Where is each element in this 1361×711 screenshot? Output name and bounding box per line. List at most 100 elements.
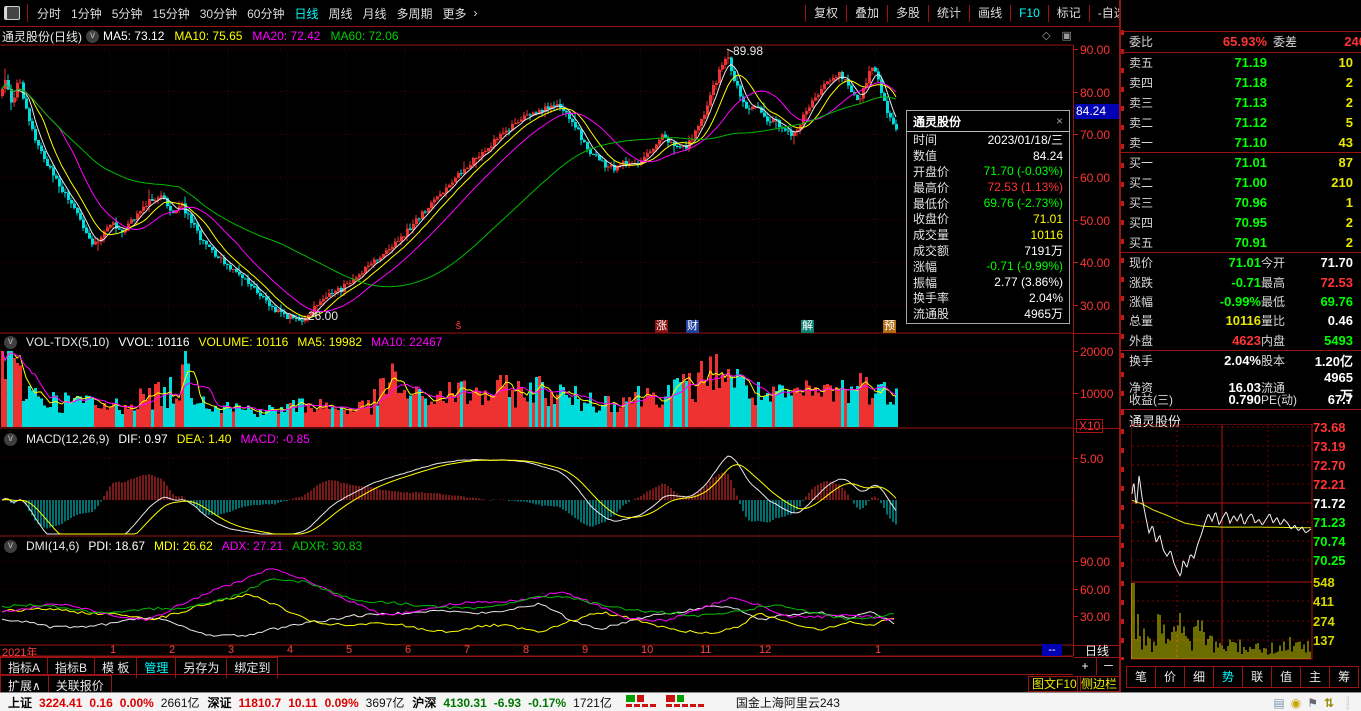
close-icon[interactable]: × [1056,114,1063,128]
indicator-value: ADXR: 30.83 [292,539,363,553]
index-quote[interactable]: 上证 3224.41 0.16 0.00% 2661亿 [8,694,200,711]
coin-icon[interactable]: ◉ [1291,696,1301,710]
tooltip-field-value: 2.77 (3.86%) [994,275,1063,290]
axis-month-label: 1 [875,644,882,656]
mini-panel-tab[interactable]: 笔 [1126,666,1157,688]
tooltip-field-label: 时间 [913,133,938,148]
extension-tab-bar: 扩展∧ 关联报价 [0,675,112,696]
updown-icon[interactable]: ⇅ [1324,696,1334,710]
order-book-row[interactable]: 买五 70.91 2 [1121,232,1358,252]
tooltip-field-label: 最低价 [913,196,950,211]
mini-price-label: 71.23 [1313,515,1346,530]
buy-queue[interactable]: 买一 71.01 87 买二 71.00 210 买三 70.96 1 买四 70.95 2 买五 70.… [1121,153,1358,252]
volume-pane-label: v VOL-TDX(5,10) VVOL: 10116 VOLUME: 10116 MA… [0,334,451,350]
axis-tick-label: 20000 [1080,345,1114,359]
indicator-value: VOLUME: 10116 [198,335,289,349]
axis-month-label: 8 [523,644,530,656]
weibi-label: 委比 [1129,35,1154,50]
axis-month-label: 11 [700,644,712,656]
order-book-row[interactable]: 买四 70.95 2 [1121,212,1358,232]
sell-queue[interactable]: 卖五 71.19 10 卖四 71.18 2 卖三 71.13 2 卖二 71.12 5 卖一 71.10… [1121,53,1358,152]
tooltip-field-label: 换手率 [913,291,950,306]
axis-tick-label: 60.00 [1080,583,1111,597]
indicator-value: MDI: 26.62 [154,539,213,553]
quote-stats-2: 换手 2.04% 股本 1.20亿 净资 16.03 流通 4965万 收益(三) 0.790 PE… [1121,351,1358,409]
axis-tick-label: 90.00 [1080,555,1111,569]
chevron-down-icon[interactable]: v [4,539,17,553]
report-icon[interactable]: ▤ [1273,696,1284,710]
mini-panel-tab[interactable]: 细 [1184,666,1215,688]
tooltip-field-value: 7191万 [1024,243,1063,258]
mini-panel-tab[interactable]: 主 [1300,666,1331,688]
mini-price-label: 72.70 [1313,458,1346,473]
axis-tick-label: 50.00 [1080,213,1111,228]
axis-end-tag[interactable]: -- [1042,644,1062,656]
f10-button[interactable]: 图文F10 [1028,676,1081,692]
order-book-row[interactable]: 卖四 71.18 2 [1121,73,1358,93]
axis-month-label: 7 [464,644,471,656]
indicator-value: DEA: 1.40 [176,432,232,446]
event-badge-icon[interactable]: 涨 [655,320,668,333]
server-name[interactable]: 国金上海阿里云243 [736,694,840,711]
indicator-value: VVOL: 10116 [118,335,190,349]
zoom-out-button[interactable]: － [1097,658,1120,675]
tooltip-field-label: 振幅 [913,275,938,290]
axis-month-label: 10 [641,644,654,656]
index-quote[interactable]: 深证 11810.7 10.11 0.09% 3697亿 [208,694,405,711]
network-icon[interactable]: ⚑ [1307,696,1318,710]
tooltip-field-value: 2023/01/18/三 [987,133,1063,148]
quote-stat-row: 收益(三) 0.790 PE(动) 67.7 [1129,391,1353,407]
kline-info-tooltip: 通灵股份 × 时间 2023/01/18/三 数值 84.24 开盘价 71.70 (-0… [906,110,1070,324]
market-blocks-icon[interactable] [625,694,726,711]
tooltip-field-value: 71.70 (-0.03%) [983,164,1063,179]
alert-icon[interactable]: ❕ [1340,696,1355,710]
index-quote[interactable]: 沪深 4130.31 -6.93 -0.17% 1721亿 [412,694,612,711]
time-axis: 2021年 1 2 3 4 5 6 7 8 9 10 11 12 1 -- [0,644,1073,659]
price-scale-strip[interactable]: 90.00 80.00 70.00 60.00 50.00 40.00 30.00 20000… [1073,43,1121,677]
mini-panel-tab[interactable]: 势 [1213,666,1244,688]
quote-stat-row: 净资 16.03 流通 4965万 [1129,370,1353,404]
intraday-mini-chart[interactable] [1130,423,1313,660]
order-book-row[interactable]: 卖一 71.10 43 [1121,132,1358,152]
axis-tick-label: 80.00 [1080,85,1111,100]
axis-month-label: 1 [110,644,117,656]
mini-panel-tab[interactable]: 价 [1155,666,1186,688]
event-badge-icon[interactable]: ŝ [452,320,465,333]
macd-pane-label: v MACD(12,26,9) DIF: 0.97 DEA: 1.40 MACD: -0… [0,431,319,447]
event-badge-icon[interactable]: 解 [801,320,814,333]
tooltip-field-label: 成交额 [913,243,950,258]
tooltip-field-value: 72.53 (1.13%) [987,180,1063,195]
zoom-in-button[interactable]: + [1074,658,1097,675]
order-book-row[interactable]: 买一 71.01 87 [1121,153,1358,173]
indicator-tab-bar: 指标A 指标B 模 板管理 另存为 绑定到 [0,657,279,678]
weibi-value: 65.93% [1222,34,1267,50]
mini-volume-label: 137 [1313,633,1335,648]
order-book-row[interactable]: 买三 70.96 1 [1121,193,1358,213]
order-book-row[interactable]: 卖三 71.13 2 [1121,93,1358,113]
weicha-value: 240 [1344,34,1361,50]
tooltip-field-label: 数值 [913,149,938,164]
mini-panel-tab[interactable]: 值 [1271,666,1302,688]
mini-panel-tab[interactable]: 筹 [1329,666,1360,688]
mini-price-label: 73.19 [1313,439,1346,454]
indicator-value: MA10: 22467 [371,335,443,349]
mini-panel-tab[interactable]: 联 [1242,666,1273,688]
axis-month-label: 4 [287,644,294,656]
indicator-value: MA5: 19982 [297,335,363,349]
indicator-name: VOL-TDX(5,10) [26,335,110,349]
order-book-row[interactable]: 卖二 71.12 5 [1121,112,1358,132]
order-book-row[interactable]: 卖五 71.19 10 [1121,53,1358,73]
chevron-down-icon[interactable]: v [4,335,17,349]
quote-stat-row: 换手 2.04% 股本 1.20亿 [1129,353,1353,370]
event-badge-icon[interactable]: 预 [883,320,896,333]
order-book-row[interactable]: 买二 71.00 210 [1121,173,1358,193]
tdx-trading-app: 分时 1分钟 5分钟 15分钟 30分钟 60分钟 日线 周线 月线 多周期 更多 › 复权 叠加 多股… [0,0,1361,711]
candlestick-chart[interactable] [0,0,1073,660]
indicator-value: ADX: 27.21 [221,539,284,553]
tooltip-field-label: 最高价 [913,180,950,195]
quote-stat-row: 涨幅 -0.99% 最低 69.76 [1129,293,1353,309]
chevron-down-icon[interactable]: v [4,432,17,446]
axis-tick-label: 5.00 [1080,452,1104,466]
axis-tick-label: 70.00 [1080,128,1111,143]
event-badge-icon[interactable]: 财 [686,320,699,333]
